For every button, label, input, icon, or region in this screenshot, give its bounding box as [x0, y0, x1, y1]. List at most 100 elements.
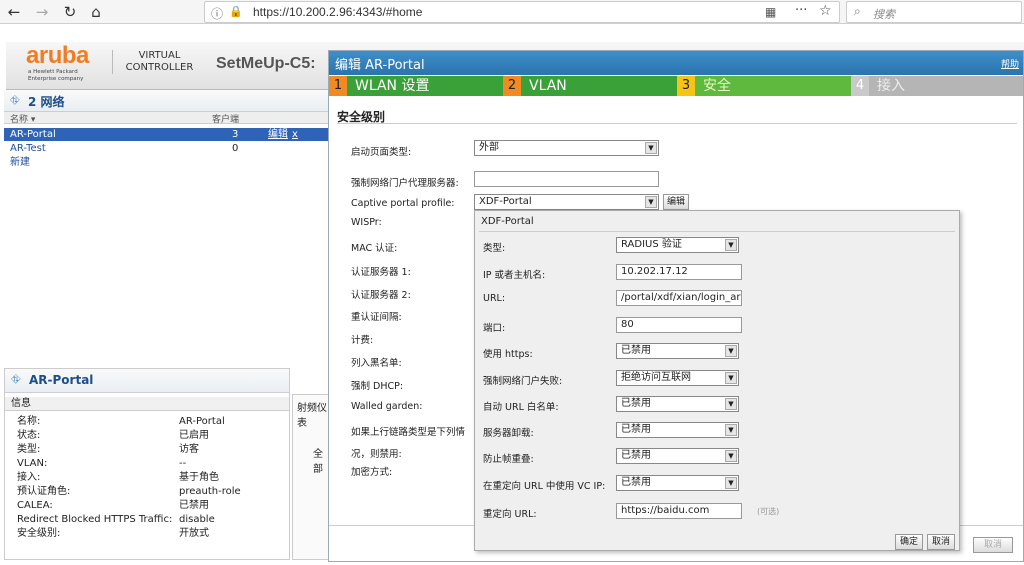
help-link[interactable]: 帮助 — [1001, 57, 1019, 70]
network-info-panel: ⛗ AR-Portal 信息 名称: AR-Portal 状态: 已启用 类型: 访客… — [4, 368, 290, 560]
wizard-cancel-button[interactable]: 取消 — [973, 537, 1013, 553]
vc-ip-redirect-select[interactable]: 已禁用 ▼ — [616, 475, 739, 491]
chevron-down-icon: ▼ — [725, 398, 737, 410]
edit-profile-button[interactable]: 编辑 — [663, 194, 689, 210]
enforce-dhcp-label: 强制 DHCP: — [351, 381, 404, 392]
info-row: 类型: 访客 — [17, 444, 199, 455]
rf-dashboard-tab[interactable]: 射频仪表 全部 — [292, 394, 332, 560]
network-row-ar-portal[interactable]: AR-Portal 3 编辑 x — [4, 128, 332, 141]
chevron-down-icon: ▼ — [645, 142, 657, 154]
reload-icon[interactable]: ↻ — [60, 2, 80, 22]
more-icon[interactable]: ··· — [795, 3, 807, 18]
info-row: 名称: AR-Portal — [17, 416, 225, 427]
network-row-ar-test[interactable]: AR-Test 0 — [4, 142, 332, 155]
use-https-label: 使用 https: — [483, 349, 533, 360]
portal-failure-select[interactable]: 拒绝访问互联网 ▼ — [616, 370, 739, 386]
forward-icon[interactable]: → — [32, 2, 52, 22]
info-row: 安全级别: 开放式 — [17, 528, 209, 539]
url-input[interactable]: /portal/xdf/xian/login_aruba.h — [616, 290, 742, 306]
back-icon[interactable]: ← — [4, 2, 24, 22]
networks-panel: ⛗ 2 网络 名称 ▾ 客户端 AR-Portal 3 编辑 x AR-Test… — [4, 90, 332, 360]
cancel-button[interactable]: 取消 — [927, 534, 955, 550]
splash-type-label: 启动页面类型: — [351, 147, 412, 158]
reauth-interval-label: 重认证间隔: — [351, 312, 402, 323]
qr-code-icon[interactable]: ▦ — [765, 5, 776, 19]
info-icon[interactable]: ⓘ — [211, 5, 223, 22]
col-clients[interactable]: 客户端 — [212, 112, 239, 125]
uplink-disable-label-2: 况，则禁用: — [351, 449, 402, 460]
captive-profile-select[interactable]: XDF-Portal ▼ — [474, 194, 659, 210]
type-label: 类型: — [483, 243, 506, 254]
vc-label-line2: CONTROLLER — [125, 62, 194, 73]
ip-host-label: IP 或者主机名: — [483, 270, 546, 281]
vc-label-line1: VIRTUAL — [138, 50, 181, 61]
networks-table-header: 名称 ▾ 客户端 — [4, 112, 332, 125]
search-icon: ⌕ — [854, 4, 861, 18]
networks-title: 2 网络 — [28, 95, 65, 109]
bookmark-star-icon[interactable]: ☆ — [819, 3, 832, 19]
chevron-down-icon: ▼ — [725, 450, 737, 462]
encryption-label: 加密方式: — [351, 467, 393, 478]
network-clients: 0 — [232, 143, 239, 154]
search-input[interactable]: ⌕ 搜索 — [846, 1, 1022, 23]
captive-profile-label: Captive portal profile: — [351, 198, 455, 209]
col-name[interactable]: 名称 ▾ — [10, 112, 35, 125]
chevron-down-icon: ▼ — [725, 372, 737, 384]
proxy-label: 强制网络门户代理服务器: — [351, 178, 459, 189]
search-placeholder: 搜索 — [873, 8, 895, 21]
chevron-down-icon: ▼ — [725, 424, 737, 436]
wizard-steps: 1 WLAN 设置 2 VLAN 3 安全 4 接入 — [329, 76, 1023, 96]
info-panel-title: AR-Portal — [29, 373, 94, 387]
aruba-logo: aruba — [26, 42, 89, 69]
logo-subtitle: a Hewlett Packard Enterprise company — [28, 69, 84, 82]
address-bar[interactable]: ⓘ 🔒 https://10.200.2.96:4343/#home ▦ ···… — [204, 1, 840, 23]
network-name: AR-Test — [10, 143, 46, 154]
port-label: 端口: — [483, 323, 506, 334]
type-select[interactable]: RADIUS 验证 ▼ — [616, 237, 739, 253]
use-https-select[interactable]: 已禁用 ▼ — [616, 343, 739, 359]
home-icon[interactable]: ⌂ — [86, 2, 106, 22]
info-row: CALEA: 已禁用 — [17, 500, 209, 511]
site-name: SetMeUp-C5: — [216, 55, 316, 72]
info-section-header: 信息 — [5, 397, 289, 411]
profile-dialog-title: XDF-Portal — [481, 216, 534, 227]
prevent-overlap-select[interactable]: 已禁用 ▼ — [616, 448, 739, 464]
info-panel-header: ⛗ AR-Portal — [5, 369, 289, 393]
networks-panel-header: ⛗ 2 网络 — [4, 90, 332, 112]
step-vlan[interactable]: 2 VLAN — [503, 76, 677, 96]
info-row: VLAN: -- — [17, 458, 187, 469]
step-access[interactable]: 4 接入 — [851, 76, 1023, 96]
network-clients: 3 — [232, 129, 239, 140]
optional-note: (可选) — [757, 507, 780, 516]
port-input[interactable]: 80 — [616, 317, 742, 333]
splash-type-select[interactable]: 外部 ▼ — [474, 140, 659, 156]
chevron-down-icon: ▼ — [645, 196, 657, 208]
info-row: 接入: 基于角色 — [17, 472, 219, 483]
redirect-url-input[interactable]: https://baidu.com — [616, 503, 742, 519]
insecure-lock-icon[interactable]: 🔒 — [229, 5, 243, 18]
ok-button[interactable]: 确定 — [895, 534, 923, 550]
uplink-disable-label-1: 如果上行链路类型是下列情 — [351, 427, 466, 438]
edit-network-link[interactable]: 编辑 — [268, 128, 288, 141]
delete-network-link[interactable]: x — [292, 128, 298, 141]
auto-whitelist-select[interactable]: 已禁用 ▼ — [616, 396, 739, 412]
network-icon: ⛗ — [10, 93, 20, 107]
browser-toolbar: ← → ↻ ⌂ ⓘ 🔒 https://10.200.2.96:4343/#ho… — [0, 0, 1024, 24]
dialog-divider — [479, 231, 955, 232]
url-label: URL: — [483, 293, 506, 304]
step-wlan-settings[interactable]: 1 WLAN 设置 — [329, 76, 503, 96]
vc-ip-redirect-label: 在重定向 URL 中使用 VC IP: — [483, 481, 606, 492]
auth-server-1-label: 认证服务器 1: — [351, 267, 411, 278]
rf-tab-label: 射频仪表 — [297, 403, 327, 429]
ip-host-input[interactable]: 10.202.17.12 — [616, 264, 742, 280]
virtual-controller-label: VIRTUAL CONTROLLER — [112, 50, 202, 74]
accounting-label: 计费: — [351, 335, 374, 346]
info-row: 预认证角色: preauth-role — [17, 486, 241, 497]
server-offload-label: 服务器卸载: — [483, 428, 534, 439]
step-security[interactable]: 3 安全 — [677, 76, 851, 96]
redirect-url-label: 重定向 URL: — [483, 509, 537, 520]
prevent-overlap-label: 防止帧重叠: — [483, 454, 534, 465]
server-offload-select[interactable]: 已禁用 ▼ — [616, 422, 739, 438]
proxy-input[interactable] — [474, 171, 659, 187]
new-network-link[interactable]: 新建 — [4, 156, 332, 169]
